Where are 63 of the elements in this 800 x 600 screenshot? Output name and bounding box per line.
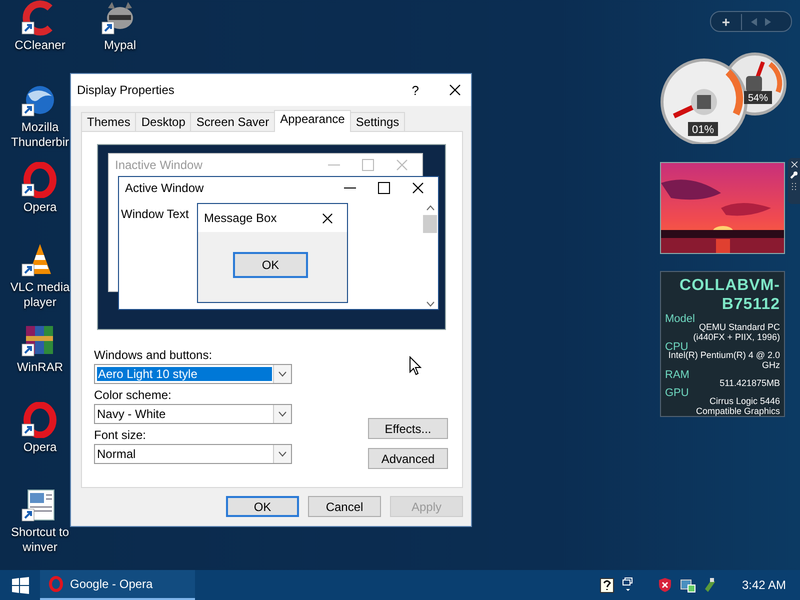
close-icon[interactable]	[449, 84, 461, 96]
button[interactable]: Advanced	[368, 448, 448, 469]
info-label: Model	[665, 314, 696, 325]
shield-icon[interactable]	[658, 577, 672, 593]
windows-icon[interactable]	[622, 577, 634, 593]
info-label: RAM	[665, 370, 690, 381]
desktop-icon[interactable]: VLC media player	[0, 242, 80, 310]
gauge-reading: 54%	[748, 93, 768, 104]
network-icon[interactable]	[680, 577, 696, 593]
chevron-down-icon	[278, 451, 287, 457]
window-title: Inactive Window	[115, 158, 204, 172]
gauge-reading: 01%	[692, 124, 714, 136]
field-label: Windows and buttons:	[94, 348, 214, 362]
window-title: Active Window	[125, 181, 205, 195]
device-icon[interactable]	[704, 577, 716, 593]
button[interactable]: Cancel	[308, 496, 381, 517]
ring-icon	[48, 576, 64, 592]
add-gadget-button[interactable]: +	[711, 14, 742, 30]
info-value: QEMU Standard PC (i440FX + PIIX, 1996)	[693, 322, 780, 342]
drag-handle-icon[interactable]	[791, 182, 797, 192]
desktop-icon[interactable]: Mypal	[80, 0, 160, 53]
help-button[interactable]: ?	[412, 82, 419, 98]
info-label: GPU	[665, 388, 690, 399]
chevron-down-icon	[426, 301, 434, 307]
close-icon[interactable]	[322, 212, 333, 224]
info-value: Intel(R) Pentium(R) 4 @ 2.0 GHz	[668, 350, 780, 370]
chevron-down-icon	[278, 371, 287, 377]
desktop-icon[interactable]: WinRAR	[0, 322, 80, 375]
start-icon[interactable]	[12, 576, 28, 594]
dropdown[interactable]: Normal	[94, 444, 292, 464]
tab[interactable]: Settings	[350, 112, 406, 132]
close-icon[interactable]	[412, 182, 424, 194]
wrench-icon[interactable]	[790, 171, 798, 179]
info-value: 511.421875MB	[718, 378, 780, 388]
button[interactable]: Effects...	[368, 418, 448, 439]
desktop-icon[interactable]: Shortcut to winver	[0, 487, 80, 555]
ok-button[interactable]: OK	[233, 252, 308, 278]
desktop-icon[interactable]: CCleaner	[0, 0, 80, 53]
mouse-cursor-icon	[409, 356, 422, 376]
tab[interactable]: Themes	[81, 112, 136, 132]
scrollbar[interactable]	[422, 205, 438, 307]
clock: 3:42 AM	[742, 578, 786, 592]
info-value: Cirrus Logic 5446 Compatible Graphics	[694, 396, 780, 416]
maximize-icon	[362, 159, 374, 171]
window-title: Message Box	[204, 211, 277, 225]
dropdown[interactable]: Navy - White	[94, 404, 292, 424]
scrollbar-thumb[interactable]	[423, 215, 437, 233]
window-title: Display Properties	[77, 83, 176, 97]
button[interactable]: OK	[226, 496, 299, 517]
window-text: Window Text	[121, 207, 189, 221]
field-label: Font size:	[94, 428, 148, 442]
desktop-icon[interactable]: Opera	[0, 402, 80, 455]
taskbar-button[interactable]: Google - Opera	[40, 570, 195, 600]
chevron-down-icon	[278, 411, 287, 417]
hostname: COLLABVM-B75112	[678, 276, 780, 314]
help-icon[interactable]	[600, 578, 614, 592]
tab[interactable]: Appearance	[274, 110, 351, 132]
dropdown[interactable]: Aero Light 10 style	[94, 364, 292, 384]
desktop-icon[interactable]: Opera	[0, 162, 80, 215]
maximize-icon	[378, 182, 390, 194]
field-label: Color scheme:	[94, 388, 172, 402]
info-label: CPU	[665, 342, 688, 353]
chevron-up-icon	[426, 205, 434, 211]
